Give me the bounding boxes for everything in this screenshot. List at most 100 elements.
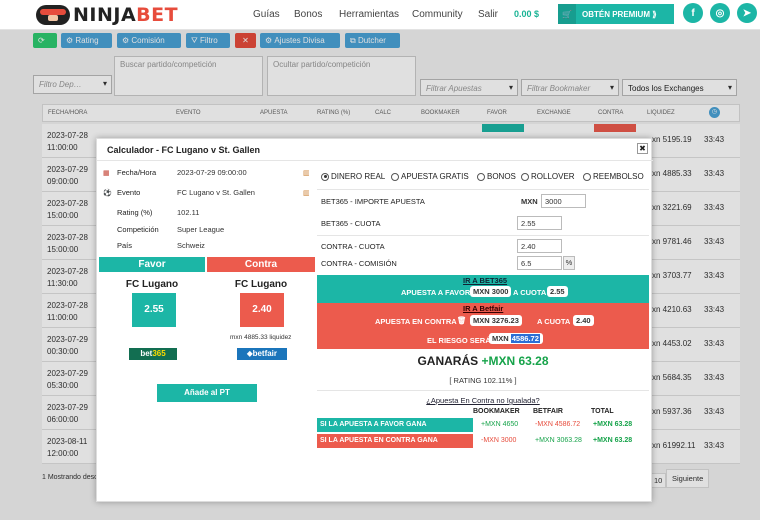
nav-salir[interactable]: Salir: [478, 9, 498, 20]
favor-team: FC Lugano: [125, 279, 179, 290]
contra-team: FC Lugano: [234, 279, 288, 290]
cuota-input[interactable]: 2.55: [517, 216, 562, 230]
summary-col-betfair: BETFAIR: [533, 408, 563, 415]
percent-addon: %: [563, 256, 575, 270]
telegram-icon[interactable]: ➤: [737, 3, 757, 23]
liquidity-text: mxn 4885.33 liquidez: [230, 334, 292, 341]
ganaras-line: GANARÁS +MXN 63.28: [317, 354, 649, 368]
facebook-icon[interactable]: f: [683, 3, 703, 23]
divider: [317, 390, 649, 391]
contra-line-text: APUESTA EN CONTRA: [375, 317, 457, 326]
mode-label: REEMBOLSO: [593, 172, 644, 181]
brand-name-right: BET: [136, 4, 179, 26]
instagram-icon[interactable]: ◎: [710, 3, 730, 23]
favor-line-text: APUESTA A FAVOR: [401, 288, 471, 297]
importe-label: BET365 - IMPORTE APUESTA: [321, 197, 425, 206]
brand-name: NINJABET: [73, 4, 178, 26]
radio-icon: [583, 172, 591, 181]
premium-label: OBTÉN PREMIUM ⟫: [582, 9, 657, 19]
modal-title: Calculador - FC Lugano v St. Gallen: [107, 145, 261, 155]
contra-instruction: IR A Betfair APUESTA EN CONTRA 🗑 MXN 327…: [317, 303, 649, 349]
modal-divider: [97, 160, 653, 161]
no-igualada-link[interactable]: ¿Apuesta En Contra no Igualada?: [317, 396, 649, 405]
favor-line-amount: MXN 3000: [470, 286, 512, 297]
rating-label: Rating (%): [117, 208, 153, 217]
contra-odds[interactable]: 2.40: [240, 293, 284, 327]
favor-header: Favor: [99, 257, 205, 272]
rating-value: 102.11: [177, 208, 200, 217]
summary-row-favor-label: SI LA APUESTA A FAVOR GANA: [317, 418, 473, 432]
radio-icon: [391, 172, 399, 181]
add-pt-button[interactable]: Añade al PT: [157, 384, 257, 402]
summary-favor-bf: -MXN 4586.72: [535, 421, 581, 428]
mode-apuesta-gratis[interactable]: APUESTA GRATIS: [391, 172, 469, 181]
favor-instruction: IR A BET365 APUESTA A FAVOR MXN 3000 A C…: [317, 275, 649, 303]
premium-button[interactable]: 🛒 OBTÉN PREMIUM ⟫: [558, 4, 674, 24]
divider: [317, 235, 649, 236]
summary-contra-total: +MXN 63.28: [593, 437, 633, 444]
fecha-value: 2023-07-29 09:00:00: [177, 168, 247, 177]
mode-label: BONOS: [487, 172, 516, 181]
calculator-modal: Calculador - FC Lugano v St. Gallen ✖ ▦ …: [96, 138, 653, 502]
favor-line-cuota: A CUOTA: [513, 288, 547, 297]
mode-label: DINERO REAL: [331, 172, 386, 181]
evento-value: FC Lugano v St. Gallen: [177, 188, 255, 197]
riesgo-currency: MXN: [492, 334, 509, 343]
mode-bonos[interactable]: BONOS: [477, 172, 516, 181]
contra-line-odds: 2.40: [573, 315, 594, 326]
radio-icon: [521, 172, 529, 181]
contra-comision-input[interactable]: 6.5: [517, 256, 562, 270]
evento-label: Evento: [117, 188, 141, 197]
pais-label: País: [117, 241, 133, 250]
contra-line-amount: MXN 3276.23: [470, 315, 522, 326]
contra-cuota-label: CONTRA - CUOTA: [321, 242, 385, 251]
ganaras-label: GANARÁS: [417, 354, 479, 368]
contra-comision-label: CONTRA - COMISIÓN: [321, 259, 397, 268]
contra-line-cuota: A CUOTA: [537, 317, 571, 326]
summary-contra-bk: -MXN 3000: [481, 437, 517, 444]
importe-currency: MXN: [521, 197, 538, 206]
contra-cuota-input[interactable]: 2.40: [517, 239, 562, 253]
nav-herramientas[interactable]: Herramientas: [339, 9, 399, 20]
bet365-logo[interactable]: bet365: [129, 348, 177, 360]
radio-icon: [477, 172, 485, 181]
bet365-logo-text-a: bet: [140, 349, 153, 358]
cuota-label: BET365 - CUOTA: [321, 219, 381, 228]
copy-icon[interactable]: ▥: [303, 169, 310, 177]
nav-bonos[interactable]: Bonos: [294, 9, 322, 20]
ganaras-value: +MXN 63.28: [481, 354, 549, 368]
betfair-logo[interactable]: ⬥betfair: [237, 348, 287, 360]
rating-summary: [ RATING 102.11% ]: [449, 376, 517, 385]
logo[interactable]: NINJABET: [36, 4, 178, 26]
ninja-mascot-icon: [36, 5, 70, 25]
nav-guias[interactable]: Guías: [253, 9, 280, 20]
favor-odds[interactable]: 2.55: [132, 293, 176, 327]
riesgo-pill: MXN 4586.72: [489, 333, 543, 344]
summary-favor-bk: +MXN 4650: [481, 421, 519, 428]
summary-col-total: TOTAL: [591, 408, 614, 415]
mode-label: ROLLOVER: [531, 172, 575, 181]
copy-icon[interactable]: ▥: [303, 189, 310, 197]
cart-icon: 🛒: [558, 4, 576, 24]
balance: 0.00 $: [514, 9, 540, 19]
soccer-ball-icon: ⚽: [103, 190, 112, 197]
trash-icon[interactable]: 🗑: [457, 316, 467, 325]
importe-input[interactable]: 3000: [541, 194, 586, 208]
fecha-label: Fecha/Hora: [117, 168, 157, 177]
ir-a-bet365-link[interactable]: IR A BET365: [463, 276, 507, 285]
favor-line-odds: 2.55: [547, 286, 568, 297]
mode-rollover[interactable]: ROLLOVER: [521, 172, 575, 181]
mode-reembolso[interactable]: REEMBOLSO: [583, 172, 644, 181]
top-navbar: NINJABET Guías Bonos Herramientas Commun…: [0, 0, 760, 30]
brand-name-left: NINJA: [73, 4, 137, 26]
competicion-value: Super League: [177, 225, 225, 234]
mode-dinero-real[interactable]: DINERO REAL: [321, 172, 385, 181]
nav-community[interactable]: Community: [412, 9, 463, 20]
ir-a-betfair-link[interactable]: IR A Betfair: [463, 304, 503, 313]
mode-label: APUESTA GRATIS: [401, 172, 469, 181]
close-icon[interactable]: ✖: [637, 143, 648, 154]
summary-col-bookmaker: BOOKMAKER: [473, 408, 520, 415]
competicion-label: Competición: [117, 225, 159, 234]
riesgo-value: 4586.72: [510, 334, 540, 343]
radio-selected-icon: [321, 172, 329, 181]
